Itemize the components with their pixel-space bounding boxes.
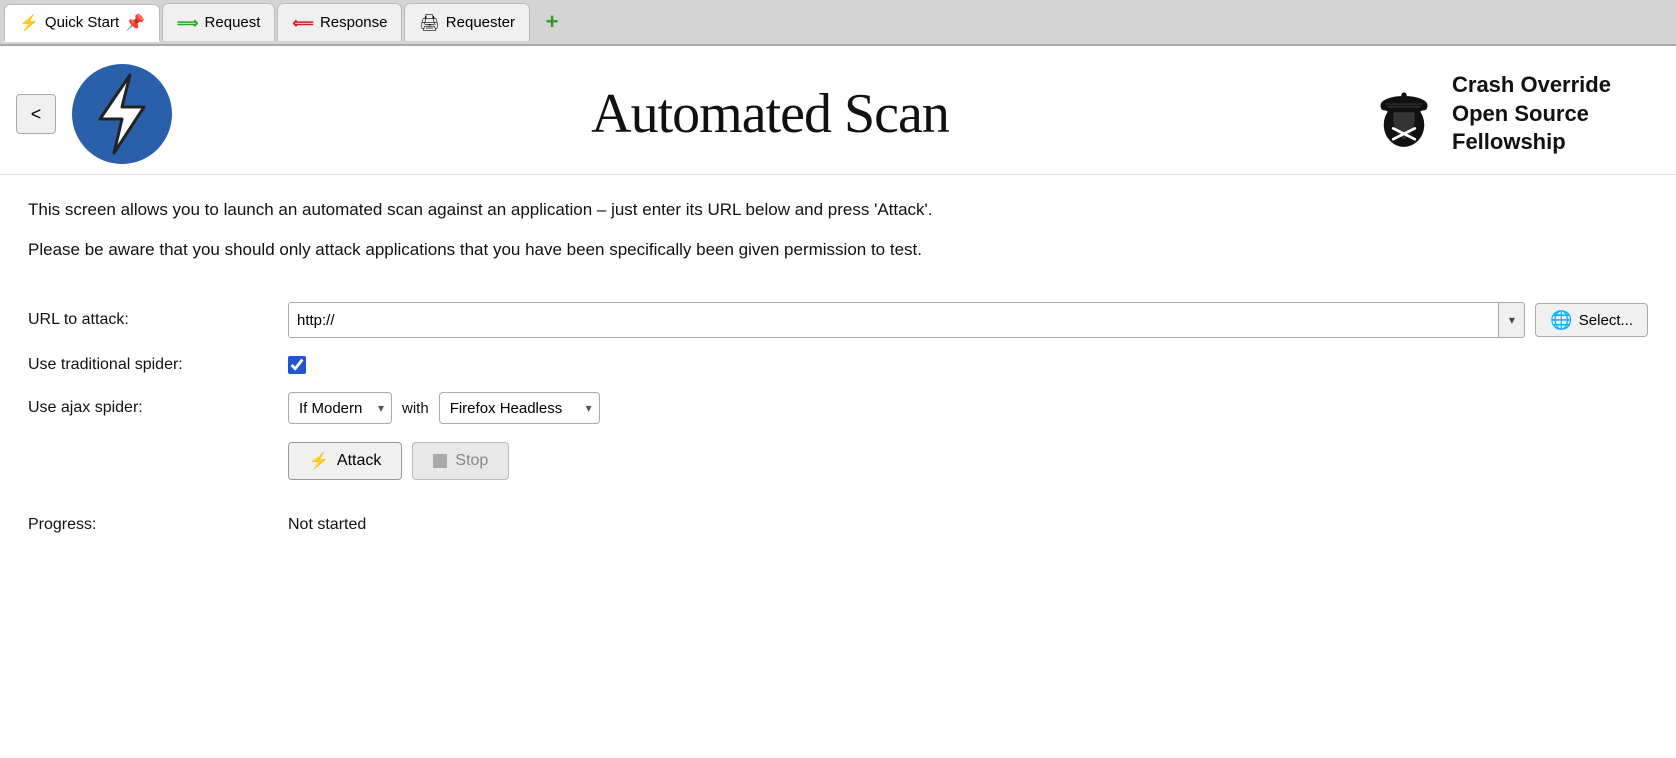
tab-response-label: Response <box>320 14 388 31</box>
progress-value: Not started <box>288 516 366 534</box>
buttons-group: ⚡ Attack Stop <box>288 442 509 480</box>
tab-quick-start-label: Quick Start <box>45 14 119 31</box>
main-content: < Automated Scan <box>0 46 1676 758</box>
lightning-bolt-svg <box>86 73 158 155</box>
browser-select-wrapper: Firefox Headless Chrome Headless Firefox… <box>439 392 600 424</box>
ajax-spider-select-wrapper: If Modern Always Never <box>288 392 392 424</box>
page-title: Automated Scan <box>172 82 1368 146</box>
attack-button[interactable]: ⚡ Attack <box>288 442 402 480</box>
select-button[interactable]: 🌐 Select... <box>1535 303 1648 337</box>
tab-response[interactable]: ⟸ Response <box>277 3 402 41</box>
url-input[interactable] <box>289 303 1498 337</box>
app-logo <box>72 64 172 164</box>
header-area: < Automated Scan <box>0 46 1676 175</box>
tab-request[interactable]: ⟹ Request <box>162 3 275 41</box>
ajax-controls: If Modern Always Never with Firefox Head… <box>288 392 600 424</box>
ajax-spider-row: Use ajax spider: If Modern Always Never … <box>28 392 1648 424</box>
brand-name: Crash Override Open Source Fellowship <box>1452 71 1652 157</box>
browser-select[interactable]: Firefox Headless Chrome Headless Firefox… <box>439 392 600 424</box>
printer-icon: 🖨 <box>419 13 439 33</box>
form-area: URL to attack: ▾ 🌐 Select... Use traditi… <box>0 284 1676 570</box>
brand-logo: Crash Override Open Source Fellowship <box>1368 71 1652 157</box>
tab-quick-start[interactable]: ⚡ Quick Start 📌 <box>4 4 160 42</box>
tab-requester[interactable]: 🖨 Requester <box>404 3 530 41</box>
url-dropdown-chevron[interactable]: ▾ <box>1498 303 1524 337</box>
url-row: URL to attack: ▾ 🌐 Select... <box>28 302 1648 338</box>
tab-request-label: Request <box>205 14 261 31</box>
globe-icon: 🌐 <box>1550 310 1572 331</box>
arrow-right-icon: ⟹ <box>177 14 199 32</box>
ajax-spider-label: Use ajax spider: <box>28 399 288 417</box>
lightning-icon: ⚡ <box>19 13 39 33</box>
url-label: URL to attack: <box>28 311 288 329</box>
ajax-spider-select[interactable]: If Modern Always Never <box>288 392 392 424</box>
select-button-label: Select... <box>1579 312 1633 329</box>
action-buttons-row: ⚡ Attack Stop <box>28 442 1648 498</box>
arrow-left-icon: ⟸ <box>292 14 314 32</box>
url-input-wrapper: ▾ <box>288 302 1525 338</box>
with-text: with <box>402 400 429 417</box>
description-line-2: Please be aware that you should only att… <box>28 237 1648 263</box>
description-area: This screen allows you to launch an auto… <box>0 175 1676 284</box>
traditional-spider-label: Use traditional spider: <box>28 356 288 374</box>
tab-bar: ⚡ Quick Start 📌 ⟹ Request ⟸ Response 🖨 R… <box>0 0 1676 46</box>
traditional-spider-checkbox[interactable] <box>288 356 306 374</box>
stop-button-label: Stop <box>455 452 488 470</box>
attack-button-label: Attack <box>337 452 381 470</box>
stop-icon <box>433 454 447 468</box>
tab-requester-label: Requester <box>446 14 515 31</box>
description-line-1: This screen allows you to launch an auto… <box>28 197 1648 223</box>
progress-label: Progress: <box>28 516 288 534</box>
add-tab-button[interactable]: + <box>536 6 568 38</box>
pin-icon: 📌 <box>125 13 145 33</box>
back-button[interactable]: < <box>16 94 56 134</box>
acorn-icon <box>1368 78 1440 150</box>
progress-row: Progress: Not started <box>28 516 1648 534</box>
traditional-spider-row: Use traditional spider: <box>28 356 1648 374</box>
stop-button[interactable]: Stop <box>412 442 509 480</box>
attack-lightning-icon: ⚡ <box>309 451 329 471</box>
